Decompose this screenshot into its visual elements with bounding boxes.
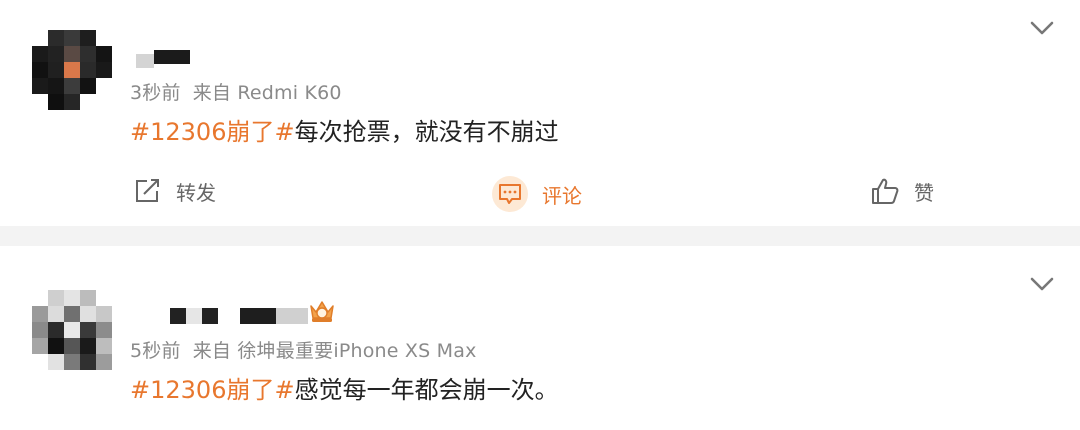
username-mosaic[interactable] <box>170 306 310 326</box>
crown-badge-icon[interactable] <box>308 298 336 324</box>
repost-icon <box>136 179 159 202</box>
post-separator <box>0 226 1080 246</box>
post-source[interactable]: 来自 徐坤最重要iPhone XS Max <box>193 340 477 362</box>
post-card[interactable]: 3秒前 来自 Redmi K60 #12306崩了#每次抢票，就没有不崩过 转发 … <box>0 0 1080 226</box>
post-source[interactable]: 来自 Redmi K60 <box>193 82 342 104</box>
post-content: #12306崩了#感觉每一年都会崩一次。 <box>130 370 559 405</box>
repost-button[interactable]: 转发 <box>132 176 216 206</box>
post-text: 每次抢票，就没有不崩过 <box>294 118 559 146</box>
like-button[interactable]: 赞 <box>870 176 934 206</box>
comment-icon <box>492 176 528 212</box>
avatar[interactable] <box>32 290 122 380</box>
hashtag-link[interactable]: #12306崩了# <box>130 118 295 146</box>
chevron-down-icon[interactable] <box>1028 18 1056 38</box>
post-time: 3秒前 <box>130 82 181 104</box>
post-card[interactable]: 5秒前 来自 徐坤最重要iPhone XS Max #12306崩了#感觉每一年都… <box>0 246 1080 430</box>
hashtag-link[interactable]: #12306崩了# <box>130 376 295 404</box>
post-text: 感觉每一年都会崩一次。 <box>294 376 559 404</box>
chevron-down-icon[interactable] <box>1028 274 1056 294</box>
like-label: 赞 <box>914 180 934 205</box>
repost-label: 转发 <box>176 180 216 205</box>
avatar[interactable] <box>32 30 122 120</box>
post-meta: 5秒前 来自 徐坤最重要iPhone XS Max <box>130 336 477 363</box>
post-meta: 3秒前 来自 Redmi K60 <box>130 78 342 105</box>
post-time: 5秒前 <box>130 340 181 362</box>
post-content: #12306崩了#每次抢票，就没有不崩过 <box>130 112 559 147</box>
username-mosaic[interactable] <box>136 50 192 70</box>
comment-label: 评论 <box>542 183 582 208</box>
like-icon <box>872 178 899 204</box>
comment-button[interactable]: 评论 <box>492 176 582 212</box>
